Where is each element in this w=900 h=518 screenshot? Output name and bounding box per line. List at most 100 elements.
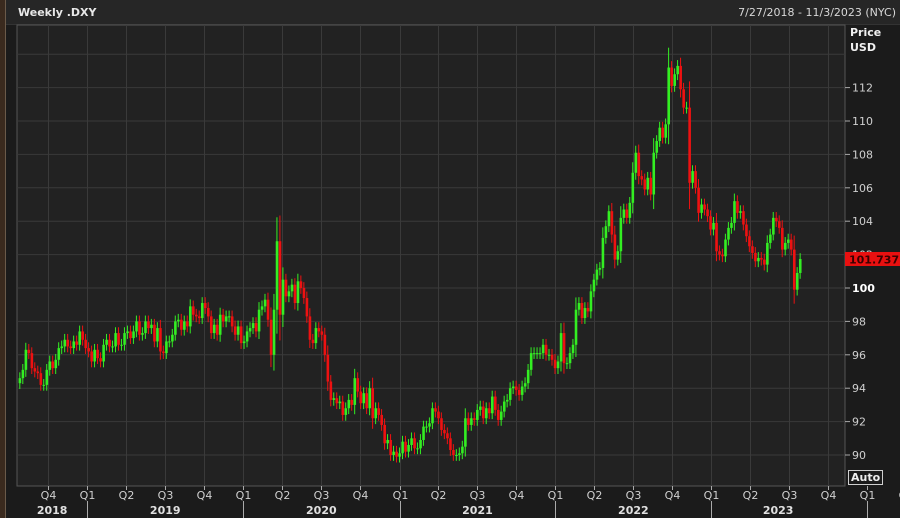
candle-body — [694, 171, 697, 188]
candle-body — [514, 386, 518, 390]
candle-body — [215, 324, 219, 335]
candle-body — [479, 406, 482, 410]
x-tick-label: Q4 — [197, 489, 213, 502]
candle-body — [108, 339, 111, 347]
candle-body — [485, 408, 488, 419]
candle-body — [138, 321, 141, 335]
candle-body — [470, 418, 473, 425]
y-tick-label: 108 — [852, 148, 873, 161]
candle-body — [114, 333, 117, 347]
candle-body — [192, 306, 195, 315]
candle-body — [604, 226, 608, 238]
candle-body — [775, 217, 778, 222]
x-tick-label: Q2 — [431, 489, 447, 502]
candle-body — [180, 319, 183, 330]
candle-body — [153, 324, 156, 342]
candle-body — [488, 408, 491, 414]
candle-body — [308, 316, 312, 340]
candle-body — [467, 418, 470, 425]
candle-body — [607, 211, 611, 227]
candle-body — [577, 303, 581, 310]
candle-body — [90, 351, 93, 362]
candle-body — [320, 331, 324, 335]
candle-body — [482, 406, 485, 419]
candle-body — [772, 217, 775, 235]
x-tick-label: Q4 — [665, 489, 681, 502]
candle-body — [123, 333, 126, 345]
candle-body — [377, 408, 380, 415]
candle-body — [335, 398, 339, 404]
candle-body — [365, 393, 369, 409]
candle-body — [673, 74, 676, 86]
candle-body — [598, 267, 602, 270]
x-tick-label: Q1 — [236, 489, 252, 502]
candle-body — [583, 308, 587, 319]
candle-body — [730, 222, 733, 228]
candle-body — [314, 328, 318, 344]
candle-body — [622, 209, 626, 218]
candle-body — [697, 187, 700, 213]
candle-body — [715, 222, 718, 252]
y-tick-label: 96 — [852, 349, 866, 362]
candle-body — [395, 451, 398, 457]
candle-body — [362, 393, 366, 404]
candle-body — [766, 242, 769, 265]
candle-body — [670, 67, 673, 86]
candle-body — [305, 298, 309, 317]
candle-body — [458, 453, 461, 455]
candle-body — [189, 306, 192, 327]
auto-scale-button[interactable]: Auto — [848, 470, 884, 485]
x-tick-label: Q3 — [470, 489, 486, 502]
candle-body — [535, 353, 539, 355]
candle-body — [353, 378, 357, 405]
candle-body — [616, 251, 620, 260]
x-year-label: 2021 — [462, 504, 493, 517]
x-tick-label: Q2 — [587, 489, 603, 502]
candle-body — [168, 341, 171, 343]
candle-body — [739, 211, 742, 213]
x-tick-label: Q3 — [626, 489, 642, 502]
candle-body — [209, 316, 213, 334]
candle-body — [491, 396, 494, 414]
candle-body — [254, 323, 258, 332]
candle-body — [682, 89, 685, 108]
candle-body — [21, 369, 25, 379]
x-tick-label: Q4 — [353, 489, 369, 502]
x-tick-label: Q3 — [782, 489, 798, 502]
candle-body — [281, 279, 285, 315]
candle-body — [398, 453, 401, 457]
candle-body — [221, 314, 225, 322]
candle-body — [649, 177, 653, 195]
candle-body — [419, 439, 422, 449]
candle-body — [640, 176, 644, 180]
candlestick-chart[interactable]: Q4 Q1 Q2 Q3 Q4 Q1 Q2 Q3 Q4 Q1 Q2 Q3 Q4 Q1 Q2 Q3 Q4 Q1 Q2 Q3… — [0, 0, 900, 518]
candle-body — [159, 328, 162, 352]
candle-body — [718, 251, 721, 255]
x-year-label: 2022 — [618, 504, 649, 517]
candle-body — [329, 381, 333, 400]
candle-body — [27, 349, 31, 354]
candle-body — [428, 423, 431, 427]
candle-body — [350, 399, 354, 405]
candle-body — [709, 216, 712, 230]
candle-body — [57, 348, 61, 360]
candle-body — [571, 344, 575, 354]
candle-body — [293, 284, 297, 304]
candle-body — [757, 257, 760, 262]
candle-body — [667, 67, 671, 125]
candle-body — [613, 234, 617, 260]
candle-body — [186, 321, 189, 327]
candle-body — [476, 409, 479, 420]
candle-body — [359, 391, 363, 404]
candle-body — [87, 348, 90, 352]
x-tick-label: Q2 — [119, 489, 135, 502]
candle-body — [619, 217, 623, 252]
candle-body — [595, 269, 599, 280]
candle-body — [48, 361, 52, 370]
candle-body — [248, 328, 252, 332]
candle-body — [341, 401, 345, 415]
candle-body — [126, 331, 129, 334]
candle-body — [284, 279, 288, 297]
candle-body — [338, 401, 342, 404]
candle-body — [66, 339, 70, 347]
